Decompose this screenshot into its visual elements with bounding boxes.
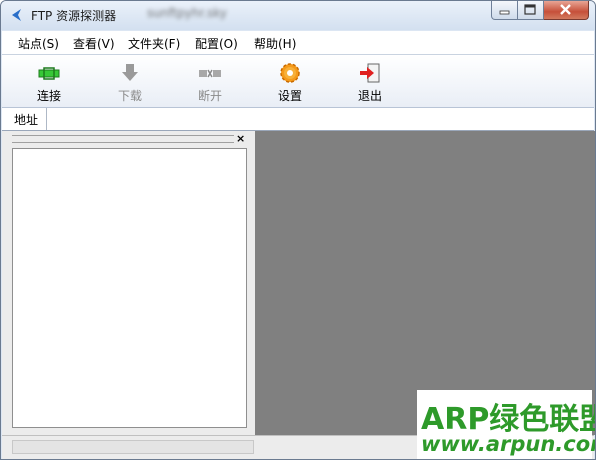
folder-tree[interactable] <box>12 148 247 428</box>
maximize-icon <box>524 4 536 15</box>
exit-label: 退出 <box>357 89 382 103</box>
window-title: FTP 资源探测器 <box>31 9 117 23</box>
menu-view[interactable]: 查看(V) <box>73 35 115 52</box>
disconnect-button[interactable]: 断开 <box>179 57 241 105</box>
menu-folder[interactable]: 文件夹(F) <box>128 35 180 52</box>
address-bar: 地址 <box>2 108 594 131</box>
menu-config[interactable]: 配置(O) <box>195 35 238 52</box>
horizontal-scrollbar[interactable] <box>12 440 254 454</box>
gear-icon <box>280 63 300 83</box>
download-button[interactable]: 下载 <box>99 57 161 105</box>
minimize-button[interactable] <box>491 1 518 20</box>
close-icon <box>560 4 571 15</box>
address-label: 地址 <box>14 113 39 127</box>
minimize-icon <box>499 10 510 15</box>
address-input[interactable] <box>46 108 594 130</box>
disconnect-label: 断开 <box>197 89 222 103</box>
watermark: ARP绿色联盟 www.arpun.com <box>417 390 595 459</box>
settings-label: 设置 <box>277 89 302 103</box>
menu-help[interactable]: 帮助(H) <box>254 35 296 52</box>
menu-site[interactable]: 站点(S) <box>18 35 59 52</box>
app-window: FTP 资源探测器 sunftpyhr.sky 站点(S) 查看(V) 文件夹(… <box>0 0 596 460</box>
pane-close-icon[interactable]: × <box>236 133 245 144</box>
download-label: 下载 <box>117 89 142 103</box>
app-icon <box>12 9 21 21</box>
toolbar: 连接 下载 断开 设置 退出 <box>2 55 594 108</box>
connect-button[interactable]: 连接 <box>18 57 80 105</box>
settings-button[interactable]: 设置 <box>259 57 321 105</box>
blurred-text: sunftpyhr.sky <box>147 6 228 20</box>
exit-icon <box>360 63 380 83</box>
download-icon <box>122 64 138 81</box>
connect-icon <box>38 67 60 80</box>
title-bar[interactable]: FTP 资源探测器 sunftpyhr.sky <box>1 1 595 30</box>
connect-label: 连接 <box>36 89 61 103</box>
window-controls <box>491 1 589 20</box>
exit-button[interactable]: 退出 <box>339 57 401 105</box>
menu-bar: 站点(S) 查看(V) 文件夹(F) 配置(O) 帮助(H) <box>2 31 594 55</box>
folder-pane: × <box>2 131 255 435</box>
watermark-url: www.arpun.com <box>421 432 596 456</box>
close-button[interactable] <box>544 1 589 20</box>
pane-grip[interactable] <box>12 135 234 143</box>
maximize-button[interactable] <box>518 1 544 20</box>
disconnect-icon <box>199 69 221 78</box>
